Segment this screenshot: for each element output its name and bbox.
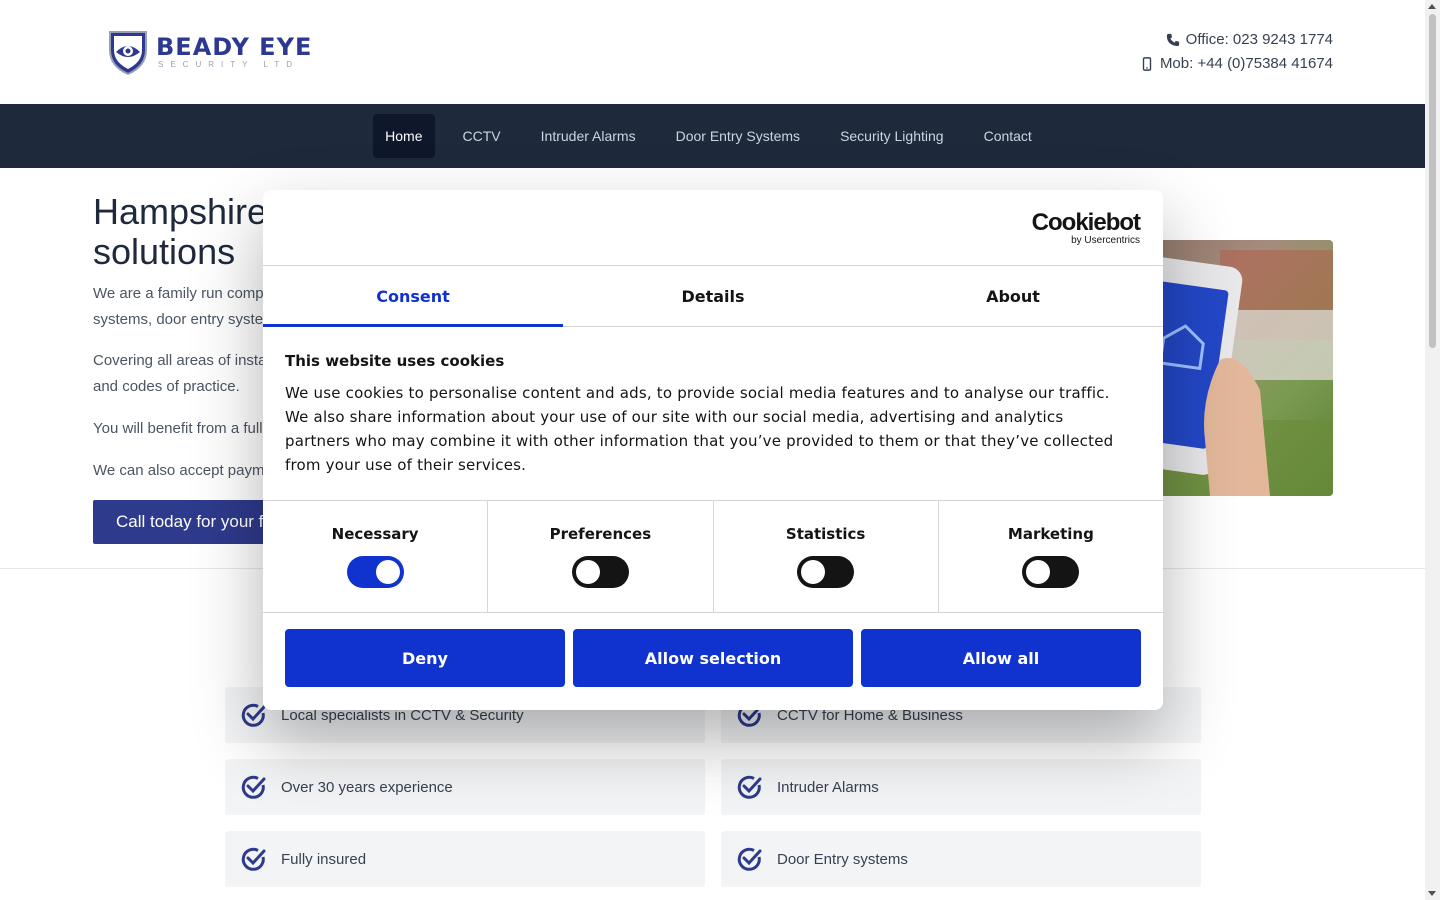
cookie-consent-dialog: Cookiebot by Usercentrics Consent Detail… [263,190,1163,710]
check-circle-icon [241,847,266,871]
tab-details[interactable]: Details [563,266,863,326]
feature-text: Over 30 years experience [281,778,453,796]
nav-item-contact[interactable]: Contact [964,114,1052,158]
necessary-toggle[interactable] [346,556,404,588]
cookiebot-brand: Cookiebot [1031,209,1141,236]
category-necessary: Necessary [263,501,489,612]
nav-item-door-entry-systems[interactable]: Door Entry Systems [656,114,820,158]
cookie-description: We use cookies to personalise content an… [285,384,1114,474]
office-phone-text: Office: 023 9243 1774 [1185,31,1333,48]
cookie-actions: Deny Allow selection Allow all [285,629,1141,687]
cookie-tabs: Consent Details About [263,265,1163,327]
cookie-title: This website uses cookies [285,352,505,370]
office-phone[interactable]: Office: 023 9243 1774 [1140,28,1333,52]
nav-item-cctv[interactable]: CCTV [443,114,521,158]
tab-consent[interactable]: Consent [263,266,563,327]
hero-title-line1: Hampshire [93,191,268,232]
feature-text: Fully insured [281,850,367,868]
hero-p2-line2: and codes of practice. [93,378,240,395]
feature-item: Intruder Alarms [721,759,1201,815]
cookiebot-logo: Cookiebot by Usercentrics [1031,209,1141,246]
toggle-knob [801,560,826,584]
deny-button[interactable]: Deny [285,629,565,687]
marketing-toggle[interactable] [1022,556,1080,588]
feature-text: Door Entry systems [777,850,908,868]
scroll-up-icon[interactable] [1428,4,1436,9]
mobile-phone-text: Mob: +44 (0)75384 41674 [1159,55,1333,72]
category-preferences: Preferences [488,501,714,612]
nav-item-home[interactable]: Home [373,114,435,158]
feature-item: Fully insured [225,831,705,887]
phone-icon [1166,33,1179,47]
scroll-thumb[interactable] [1429,14,1436,348]
cookiebot-by: by Usercentrics [1071,235,1140,246]
toggle-knob [375,560,400,584]
page-scrollbar[interactable] [1425,0,1440,900]
hero-p2-line1: Covering all areas of insta [93,352,267,369]
category-label: Preferences [549,525,652,543]
cookie-categories: Necessary Preferences Statistics Marketi… [263,500,1163,613]
mobile-icon [1142,57,1152,71]
main-nav: Home CCTV Intruder Alarms Door Entry Sys… [0,104,1425,168]
shield-eye-logo-icon [109,31,147,76]
check-circle-icon [241,775,266,799]
category-label: Statistics [785,525,866,543]
category-label: Necessary [331,525,419,543]
mobile-phone[interactable]: Mob: +44 (0)75384 41674 [1140,52,1333,76]
statistics-toggle[interactable] [797,556,855,588]
toggle-knob [575,560,600,584]
site-header: BEADY EYE SECURITY LTD Office: 023 9243 … [0,0,1425,104]
hero-p1-line2: systems, door entry syster [93,311,269,328]
category-statistics: Statistics [714,501,939,612]
hero-title: Hampshire solutions [93,192,267,272]
hero-title-line2: solutions [93,231,236,272]
scroll-down-icon[interactable] [1428,891,1436,896]
nav-item-intruder-alarms[interactable]: Intruder Alarms [521,114,656,158]
site-logo[interactable]: BEADY EYE SECURITY LTD [106,28,312,76]
category-marketing: Marketing [939,501,1163,612]
check-circle-icon [737,847,762,871]
toggle-knob [1026,560,1051,584]
feature-item: Over 30 years experience [225,759,705,815]
logo-subtitle: SECURITY LTD [158,60,300,69]
tab-about[interactable]: About [863,266,1163,326]
nav-item-security-lighting[interactable]: Security Lighting [820,114,964,158]
feature-item: Door Entry systems [721,831,1201,887]
allow-all-button[interactable]: Allow all [861,629,1141,687]
feature-text: Intruder Alarms [777,778,879,796]
contact-info: Office: 023 9243 1774 Mob: +44 (0)75384 … [1140,28,1333,76]
check-circle-icon [737,775,762,799]
category-label: Marketing [1007,525,1094,543]
logo-name: BEADY EYE [156,33,313,61]
allow-selection-button[interactable]: Allow selection [573,629,853,687]
hero-p1-line1: We are a family run compa [93,285,272,302]
preferences-toggle[interactable] [571,556,629,588]
